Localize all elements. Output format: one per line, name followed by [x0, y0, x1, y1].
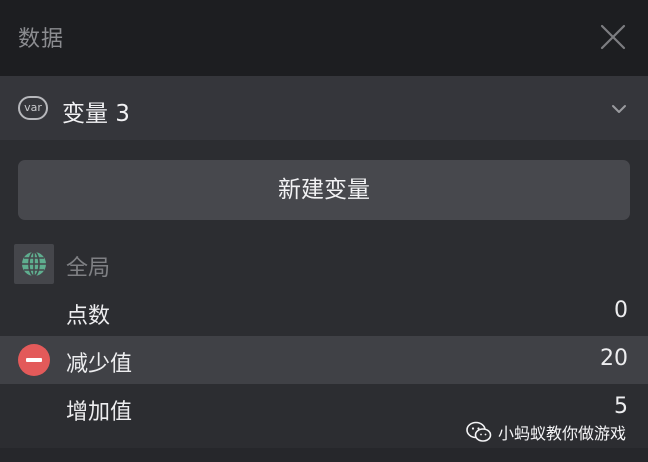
variable-value: 5 — [614, 394, 628, 419]
selected-variable-name: 变量 3 — [62, 101, 130, 127]
variable-selector[interactable]: var 变量 3 — [0, 76, 648, 140]
variable-value: 20 — [600, 346, 628, 371]
variable-label: 减少值 — [66, 352, 133, 377]
wechat-icon — [466, 421, 492, 442]
group-label-global: 全局 — [66, 256, 111, 281]
watermark: 小蚂蚁教你做游戏 — [466, 420, 626, 444]
variable-row[interactable]: 点数 0 — [0, 288, 648, 336]
chevron-down-icon — [610, 100, 628, 118]
remove-variable-button[interactable] — [18, 344, 50, 376]
close-button[interactable] — [598, 22, 628, 52]
close-icon — [600, 24, 626, 50]
variable-row-selected[interactable]: 减少值 20 — [0, 336, 648, 384]
bottom-strip — [0, 448, 648, 462]
panel-header: 数据 — [0, 0, 648, 76]
variable-badge-icon: var — [18, 96, 48, 120]
watermark-text: 小蚂蚁教你做游戏 — [497, 424, 626, 443]
minus-icon — [26, 358, 42, 362]
variable-label: 点数 — [66, 304, 111, 329]
variable-label: 增加值 — [66, 400, 133, 425]
data-panel: 数据 var 变量 3 新建变量 全局 点数 0 减少值 20 增加值 5 小蚂… — [0, 0, 648, 462]
globe-icon — [14, 244, 54, 284]
new-variable-button[interactable]: 新建变量 — [18, 160, 630, 220]
panel-title: 数据 — [18, 27, 65, 52]
variable-value: 0 — [614, 298, 628, 323]
